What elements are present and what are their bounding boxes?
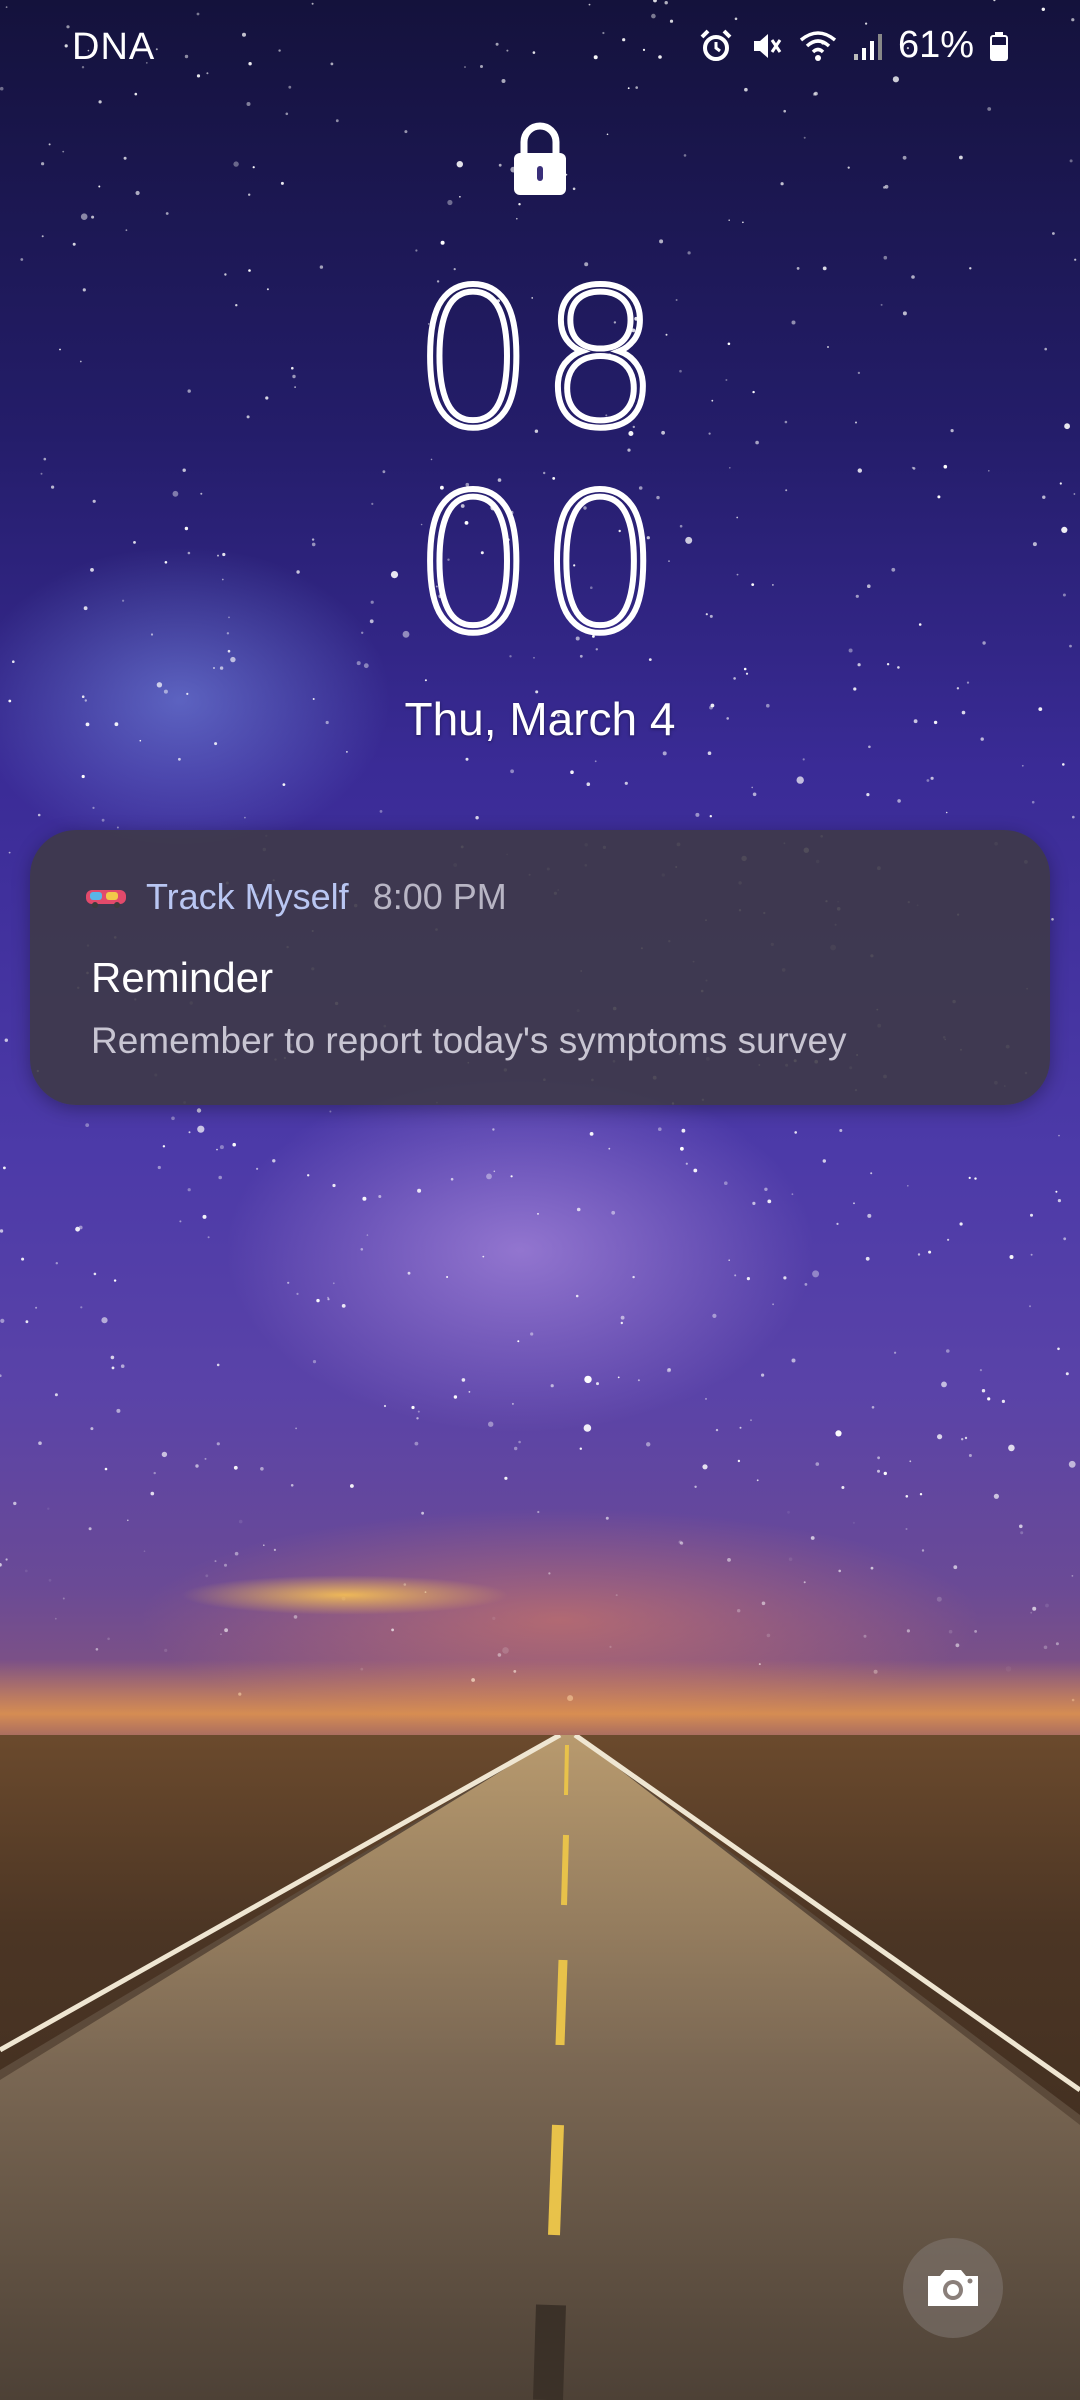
lock-screen: DNA 61% 08 00 Thu, March 4 Track Myself … bbox=[0, 0, 1080, 2400]
clock-hours: 08 bbox=[410, 249, 667, 470]
clock-minutes: 00 bbox=[410, 454, 667, 675]
notification-body: Remember to report today's symptoms surv… bbox=[91, 1020, 847, 1061]
lock-icon[interactable] bbox=[510, 120, 570, 200]
signal-icon bbox=[852, 28, 884, 64]
notification-card[interactable]: Track Myself 8:00 PM Reminder Remember t… bbox=[30, 830, 1050, 1105]
date-label: Thu, March 4 bbox=[404, 693, 676, 745]
camera-shortcut-button[interactable] bbox=[903, 2238, 1003, 2338]
notification-title: Reminder bbox=[91, 954, 274, 1001]
carrier-label: DNA bbox=[72, 26, 156, 68]
mute-icon bbox=[748, 28, 784, 64]
battery-icon bbox=[988, 28, 1010, 64]
status-bar: DNA 61% bbox=[0, 0, 1080, 100]
notification-time: 8:00 PM bbox=[372, 876, 507, 917]
battery-percentage: 61% bbox=[897, 24, 974, 66]
notification-header: Track Myself 8:00 PM bbox=[84, 876, 507, 918]
wallpaper-cloud bbox=[180, 1575, 510, 1615]
notification-app-name: Track Myself bbox=[146, 876, 349, 917]
camera-icon bbox=[928, 2270, 978, 2306]
app-icon bbox=[86, 890, 126, 908]
status-icons: 61% bbox=[698, 24, 1010, 67]
wifi-icon bbox=[798, 28, 838, 64]
alarm-icon bbox=[698, 28, 734, 64]
